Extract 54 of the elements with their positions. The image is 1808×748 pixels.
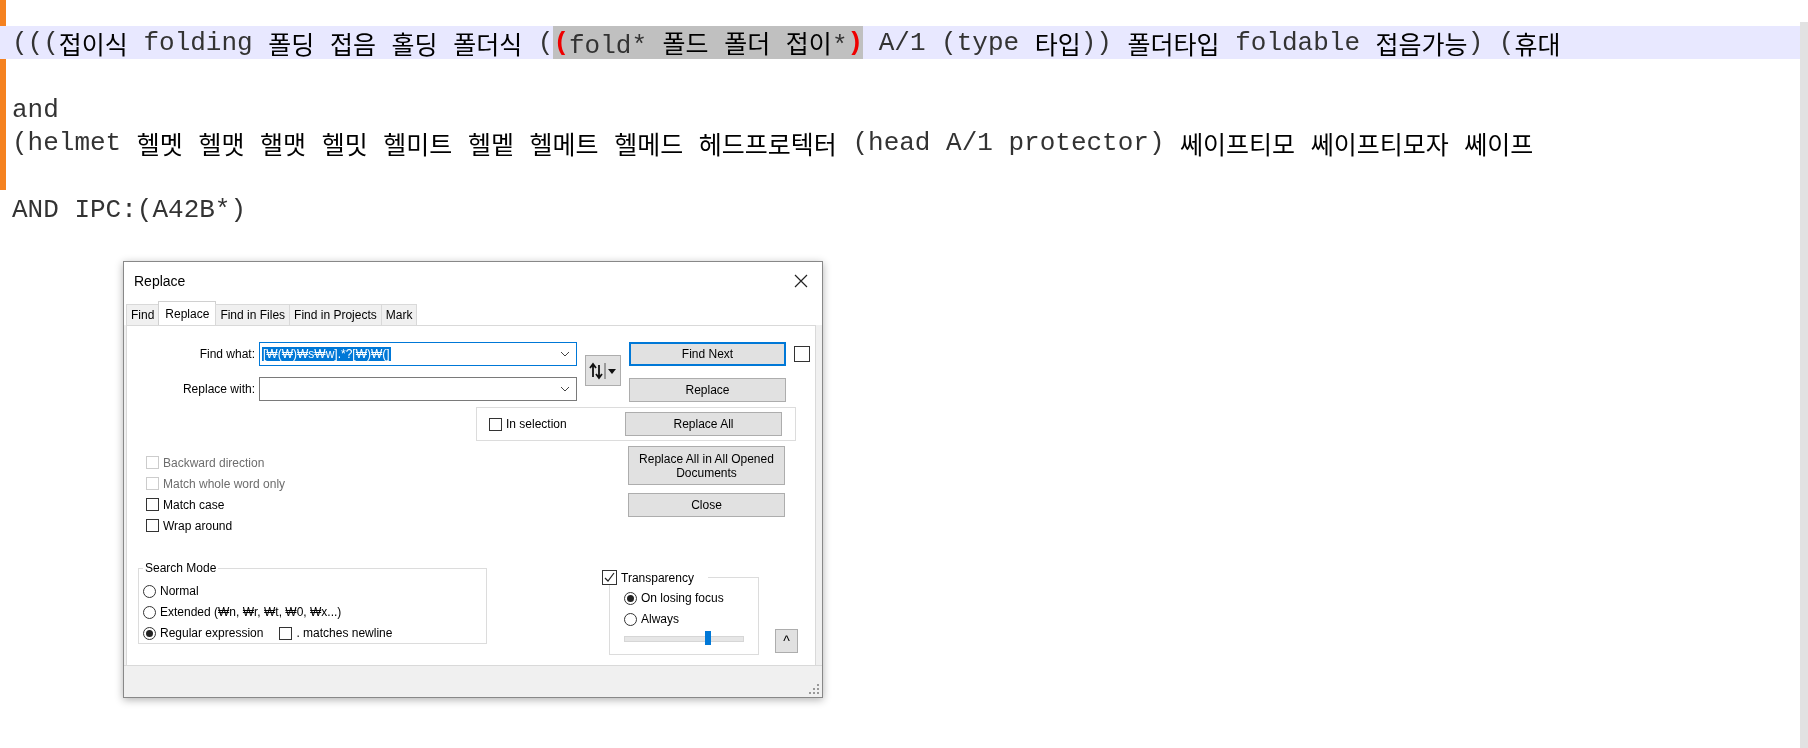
- editor-text: A/1 (type 타입)) 폴더타입 foldable 접음가능) (휴대: [877, 26, 1561, 59]
- radio-button[interactable]: [143, 584, 156, 598]
- editor-text: (helmet 헬멧 헬맷 핼맷 헬밋 헬미트 헬멭 헬메트 헬메드 헤드프로텍터 (head A/1 protector) 쎄이프티모 쎄이프티모자 쎄이프: [12, 126, 1534, 159]
- replace-all-opened-button[interactable]: Replace All in All Opened Documents: [628, 446, 785, 485]
- radio-button[interactable]: [143, 605, 156, 619]
- close-icon[interactable]: [794, 273, 808, 288]
- checkbox-label: Wrap around: [163, 518, 233, 533]
- tab[interactable]: Mark: [380, 304, 418, 325]
- radio-label: Extended (₩n, ₩r, ₩t, ₩0, ₩x...): [160, 605, 342, 619]
- editor-text: AND IPC:(A42B*): [12, 193, 247, 226]
- checkbox-label: . matches newline: [296, 626, 393, 640]
- checkbox[interactable]: [794, 346, 810, 362]
- radio-button[interactable]: [624, 591, 637, 605]
- editor-text: and: [12, 93, 59, 126]
- radio-label: Regular expression: [160, 626, 264, 640]
- replace-button[interactable]: Replace: [629, 378, 786, 402]
- resize-grip-icon[interactable]: [809, 684, 819, 694]
- checkbox-label: Match case: [163, 497, 225, 512]
- swap-arrows-icon: [588, 360, 618, 381]
- collapse-button[interactable]: ^: [775, 629, 798, 653]
- checkbox[interactable]: [489, 417, 502, 431]
- radio-button[interactable]: [143, 626, 156, 640]
- field-label: Replace with:: [181, 382, 255, 396]
- tab[interactable]: Find in Files: [215, 304, 291, 325]
- field-label: Find what:: [198, 347, 255, 361]
- tab[interactable]: Replace: [158, 301, 217, 325]
- checkbox[interactable]: [279, 626, 293, 640]
- close-button[interactable]: Close: [628, 493, 785, 517]
- window-title: Replace: [134, 272, 186, 289]
- slider-thumb[interactable]: [704, 631, 711, 645]
- replace-all-button[interactable]: Replace All: [625, 412, 782, 436]
- find-field[interactable]: [₩(₩)₩s₩w].*?[₩)₩(]: [259, 342, 577, 366]
- replace-field[interactable]: [259, 377, 577, 401]
- search-match: (fold* 폴드 폴더 접이*): [553, 26, 864, 59]
- radio-label: Normal: [160, 584, 199, 598]
- tab[interactable]: Find in Projects: [289, 304, 382, 325]
- find-next-button[interactable]: Find Next: [629, 342, 786, 366]
- radio-label: On losing focus: [641, 591, 724, 605]
- scrollbar[interactable]: [1800, 22, 1808, 748]
- checkbox-label: Backward direction: [163, 455, 265, 470]
- checkbox-label: In selection: [506, 417, 567, 431]
- radio-button[interactable]: [624, 612, 637, 626]
- tab[interactable]: Find: [126, 304, 160, 325]
- group-title: Search Mode: [143, 561, 219, 575]
- checkbox[interactable]: [602, 570, 617, 585]
- swap-button[interactable]: [585, 355, 621, 386]
- editor-text: (((접이식 folding 폴딩 접음 홀딩 폴더식 (: [12, 26, 554, 59]
- checkbox[interactable]: [146, 519, 159, 532]
- checkbox-label: Transparency: [617, 570, 708, 585]
- checkbox[interactable]: [146, 498, 159, 511]
- dropdown-icon[interactable]: [560, 386, 570, 392]
- dropdown-icon[interactable]: [560, 351, 570, 357]
- radio-label: Always: [641, 612, 679, 626]
- checkbox-label: Match whole word only: [163, 476, 286, 491]
